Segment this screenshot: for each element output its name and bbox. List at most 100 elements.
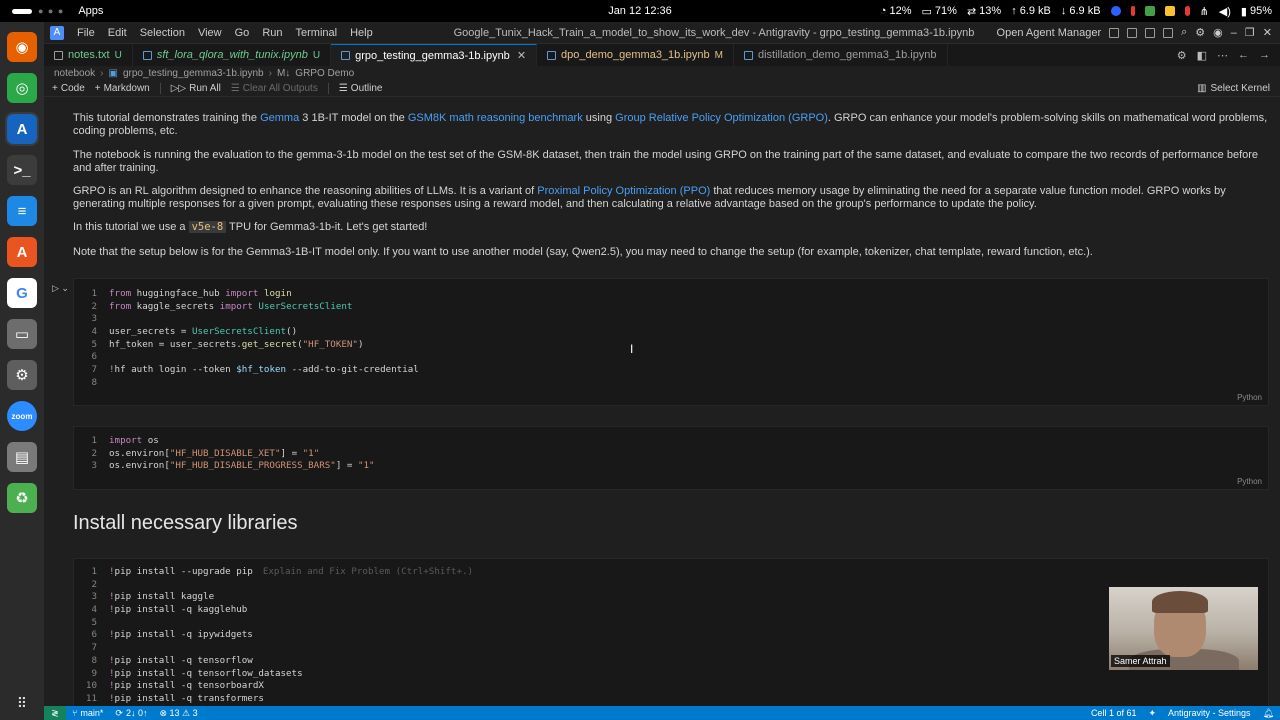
- close-icon[interactable]: ✕: [1263, 26, 1272, 39]
- menu-edit[interactable]: Edit: [108, 27, 127, 39]
- code-line[interactable]: 7 !hf auth login --token $hf_token --add-…: [74, 364, 418, 377]
- notes-icon[interactable]: [1164, 6, 1175, 16]
- cell-editor[interactable]: 1 !pip install --upgrade pip Explain and F…: [74, 566, 473, 706]
- layout-bottom-icon[interactable]: [1145, 27, 1156, 38]
- code-line[interactable]: 11 !pip install -q transformers: [74, 693, 473, 706]
- cell-editor[interactable]: 1 import os 2 os.environ["HF_HUB_DISABLE_XE…: [74, 435, 375, 473]
- code-cell-1[interactable]: ▷ ⌄ 1 from huggingface_hub import login 2 f…: [52, 278, 1269, 406]
- cell-position[interactable]: Cell 1 of 61: [1085, 708, 1143, 718]
- code-line[interactable]: 3: [74, 313, 419, 326]
- recording-icon[interactable]: [1130, 6, 1135, 16]
- upload-stat[interactable]: ↑ 6.9 kB: [1011, 5, 1051, 17]
- maximize-icon[interactable]: ❐: [1245, 26, 1255, 39]
- code-line[interactable]: 1 !pip install --upgrade pip Explain and F…: [74, 566, 473, 579]
- menu-terminal[interactable]: Terminal: [296, 27, 338, 39]
- run-cell-icon[interactable]: ▷ ⌄: [52, 283, 69, 294]
- code-line[interactable]: 4 !pip install -q kagglehub: [74, 604, 473, 617]
- layout-sidebar-icon[interactable]: [1127, 27, 1138, 38]
- search-icon[interactable]: ⌕: [1181, 26, 1187, 39]
- tab-3[interactable]: dpo_demo_gemma3_1b.ipynb M: [537, 44, 734, 66]
- run-all-button[interactable]: ▷▷ Run All: [171, 83, 221, 94]
- code-line[interactable]: 6 !pip install -q ipywidgets: [74, 629, 473, 642]
- layout-right-icon[interactable]: [1163, 27, 1174, 38]
- gear-icon[interactable]: ⚙: [1195, 26, 1205, 39]
- sync-status[interactable]: ⟳ 2↓ 0↑: [109, 708, 153, 719]
- zoom-tray-icon[interactable]: [1110, 6, 1121, 16]
- problems-status[interactable]: ⊗ 13 ⚠ 3: [153, 708, 203, 719]
- files-icon[interactable]: ▭: [7, 319, 37, 349]
- tab-0[interactable]: notes.txt U: [44, 44, 133, 66]
- tab-2[interactable]: grpo_testing_gemma3-1b.ipynb ✕: [331, 44, 538, 66]
- code-line[interactable]: 3 !pip install kaggle: [74, 591, 473, 604]
- download-stat[interactable]: ↓ 6.9 kB: [1061, 5, 1101, 17]
- breadcrumb-section[interactable]: GRPO Demo: [295, 68, 354, 79]
- google-icon[interactable]: G: [7, 278, 37, 308]
- split-editor-icon[interactable]: ◧: [1197, 49, 1207, 62]
- trash-icon[interactable]: ♻: [7, 483, 37, 513]
- code-line[interactable]: 6: [74, 351, 419, 364]
- notebook-editor[interactable]: This tutorial demonstrates training the …: [44, 98, 1280, 706]
- webcam-overlay[interactable]: Samer Attrah: [1109, 587, 1258, 670]
- ppo-link[interactable]: Proximal Policy Optimization (PPO): [537, 185, 710, 197]
- back-icon[interactable]: ←: [1238, 49, 1249, 61]
- terminal-icon[interactable]: >_: [7, 155, 37, 185]
- cell-language[interactable]: Python: [1237, 477, 1262, 486]
- code-line[interactable]: 8: [74, 377, 419, 390]
- branch-status[interactable]: ⑂ main*: [66, 708, 109, 718]
- account-icon[interactable]: ◉: [1213, 26, 1223, 39]
- grpo-link[interactable]: Group Relative Policy Optimization (GRPO…: [615, 112, 828, 124]
- select-kernel-button[interactable]: ▥ Select Kernel: [1197, 83, 1280, 94]
- tab-4[interactable]: distillation_demo_gemma3_1b.ipynb: [734, 44, 948, 66]
- firefox-icon[interactable]: ◉: [7, 32, 37, 62]
- code-line[interactable]: 5 hf_token = user_secrets.get_secret("HF_…: [74, 339, 419, 352]
- close-tab-icon[interactable]: ✕: [517, 49, 526, 62]
- settings-icon[interactable]: ⚙: [7, 360, 37, 390]
- menu-selection[interactable]: Selection: [140, 27, 185, 39]
- forward-icon[interactable]: →: [1259, 49, 1270, 61]
- code-line[interactable]: 1 import os: [74, 435, 375, 448]
- layout-panel-icon[interactable]: [1109, 27, 1120, 38]
- code-line[interactable]: 9 !pip install -q tensorflow_datasets: [74, 668, 473, 681]
- chrome-icon[interactable]: ◎: [7, 73, 37, 103]
- code-line[interactable]: 2 from kaggle_secrets import UserSecretsC…: [74, 301, 419, 314]
- menu-help[interactable]: Help: [350, 27, 373, 39]
- menu-view[interactable]: View: [198, 27, 222, 39]
- swap-stat[interactable]: ⇄ 13%: [967, 5, 1001, 18]
- volume-icon[interactable]: ◀): [1219, 5, 1231, 18]
- inline-hint[interactable]: Explain and Fix Problem (Ctrl+Shift+.): [263, 566, 473, 579]
- cpu-stat[interactable]: ◔ 12%: [880, 5, 912, 17]
- add-code-cell-button[interactable]: + Code: [52, 83, 85, 94]
- add-markdown-cell-button[interactable]: + Markdown: [95, 83, 150, 94]
- clock[interactable]: Jan 12 12:36: [608, 5, 672, 17]
- workspace-indicator[interactable]: [12, 8, 32, 14]
- code-line[interactable]: 10 !pip install -q tensorboardX: [74, 680, 473, 693]
- battery-stat[interactable]: ▮ 95%: [1241, 5, 1272, 18]
- app-store-icon[interactable]: A: [7, 237, 37, 267]
- clear-outputs-button[interactable]: ☰ Clear All Outputs: [231, 83, 318, 94]
- code-line[interactable]: 5: [74, 617, 473, 630]
- minimize-icon[interactable]: –: [1231, 27, 1237, 39]
- gemma-link[interactable]: Gemma: [260, 112, 299, 124]
- code-line[interactable]: 2: [74, 579, 473, 592]
- breadcrumb-folder[interactable]: notebook: [54, 68, 95, 79]
- code-line[interactable]: 8 !pip install -q tensorflow: [74, 655, 473, 668]
- antigravity-icon[interactable]: A: [5, 112, 39, 146]
- menu-run[interactable]: Run: [262, 27, 282, 39]
- breadcrumb-file[interactable]: grpo_testing_gemma3-1b.ipynb: [123, 68, 264, 79]
- code-line[interactable]: 4 user_secrets = UserSecretsClient(): [74, 326, 419, 339]
- memory-stat[interactable]: ▭ 71%: [922, 5, 957, 18]
- gsm8k-link[interactable]: GSM8K math reasoning benchmark: [408, 112, 583, 124]
- menu-go[interactable]: Go: [235, 27, 250, 39]
- code-line[interactable]: 7: [74, 642, 473, 655]
- tab-1[interactable]: sft_lora_qlora_with_tunix.ipynb U: [133, 44, 332, 66]
- cell-editor[interactable]: 1 from huggingface_hub import login 2 from …: [74, 288, 419, 390]
- archive-icon[interactable]: ▤: [7, 442, 37, 472]
- outline-button[interactable]: ☰ Outline: [339, 83, 383, 94]
- zoom-icon[interactable]: zoom: [7, 401, 37, 431]
- cell-language[interactable]: Python: [1237, 393, 1262, 402]
- document-icon[interactable]: ≡: [7, 196, 37, 226]
- code-cell-2[interactable]: 1 import os 2 os.environ["HF_HUB_DISABLE_XE…: [73, 426, 1269, 490]
- agent-manager-button[interactable]: Open Agent Manager: [997, 27, 1102, 39]
- code-line[interactable]: 2 os.environ["HF_HUB_DISABLE_XET"] = "1": [74, 448, 375, 461]
- network-icon[interactable]: ⋔: [1200, 5, 1209, 18]
